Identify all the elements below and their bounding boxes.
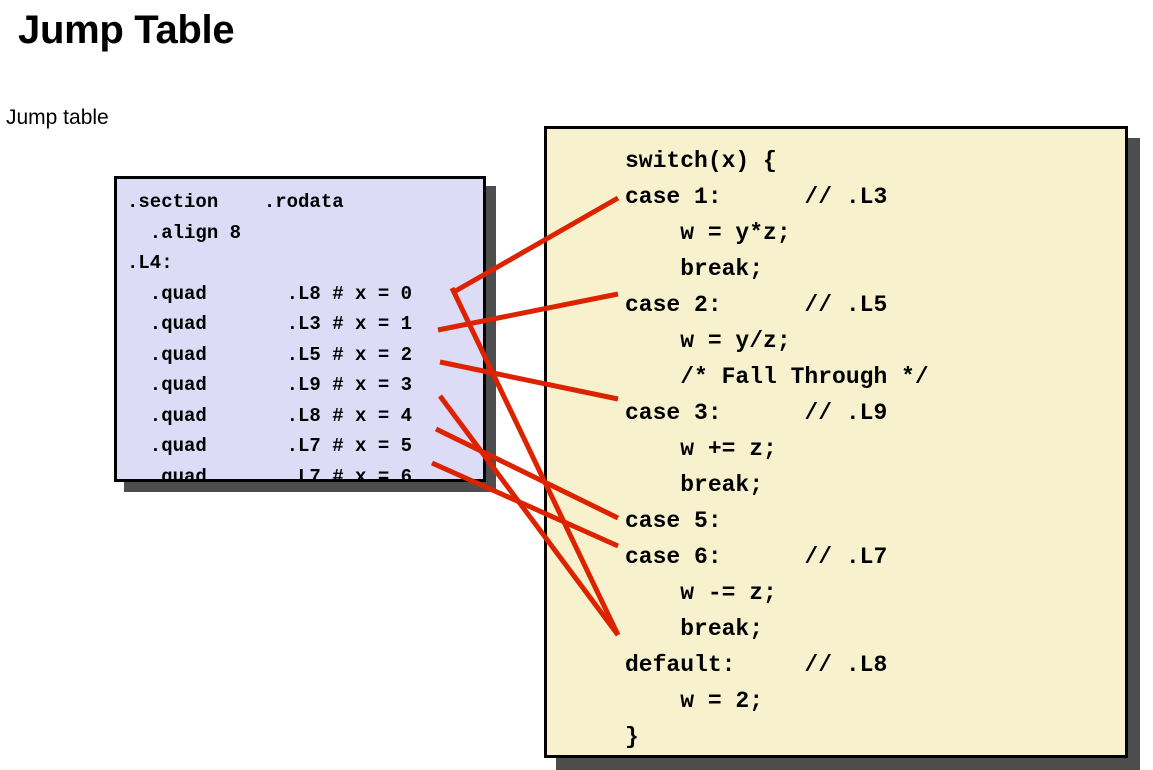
code-line: break; [625, 256, 764, 282]
code-line: /* Fall Through */ [625, 364, 929, 390]
code-line: .quad .L7 # x = 6 [127, 465, 413, 482]
code-line: .section .rodata [127, 191, 344, 213]
page-title: Jump Table [18, 8, 235, 52]
code-line: break; [625, 616, 764, 642]
code-line: break; [625, 472, 764, 498]
code-line: w += z; [625, 436, 777, 462]
c-code-box: switch(x) { case 1: // .L3 w = y*z; break… [544, 126, 1128, 758]
code-line: .align 8 [127, 221, 242, 244]
code-line: .quad .L9 # x = 3 [127, 374, 413, 396]
code-line: w = 2; [625, 688, 764, 714]
code-line: w -= z; [625, 580, 777, 606]
code-line: .quad .L3 # x = 1 [127, 313, 413, 335]
code-line: .quad .L8 # x = 4 [127, 404, 413, 427]
assembly-code-box: .section .rodata .align 8 .L4: .quad .L8 … [114, 176, 486, 482]
page-subtitle: Jump table [6, 106, 109, 129]
code-line: .quad .L8 # x = 0 [127, 282, 413, 305]
code-line: } [625, 724, 639, 750]
code-line: case 3: // .L9 [625, 400, 888, 426]
code-line: .quad .L7 # x = 5 [127, 435, 413, 457]
code-line: default: // .L8 [625, 652, 888, 678]
code-line: case 6: // .L7 [625, 544, 888, 570]
code-line: switch(x) { [625, 148, 777, 174]
code-line: w = y/z; [625, 328, 791, 354]
code-line: case 5: [625, 508, 722, 534]
code-line: case 2: // .L5 [625, 292, 888, 318]
code-line: case 1: // .L3 [625, 184, 888, 210]
code-line: .quad .L5 # x = 2 [127, 343, 413, 366]
code-line: w = y*z; [625, 220, 791, 246]
code-line: .L4: [127, 252, 173, 274]
